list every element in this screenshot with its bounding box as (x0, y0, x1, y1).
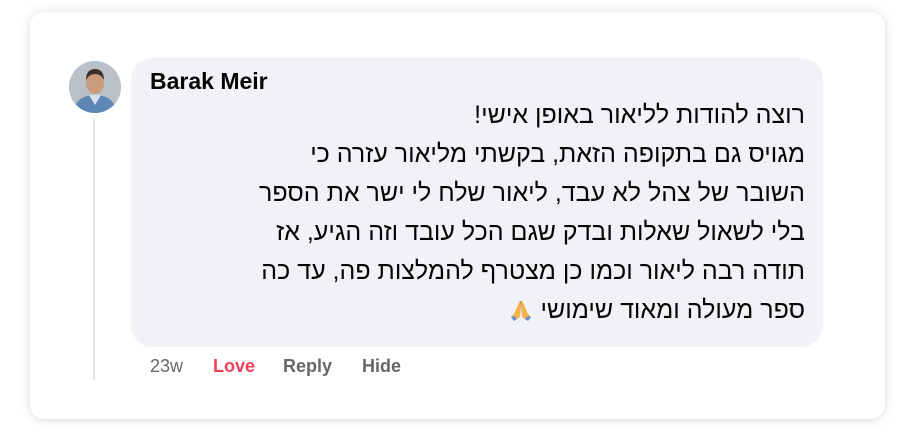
comment-line: תודה רבה ליאור וכמו כן מצטרף להמלצות פה,… (261, 257, 805, 285)
comment-line: מגויס גם בתקופה הזאת, בקשתי מליאור עזרה … (310, 140, 805, 168)
thread-line (93, 118, 95, 380)
comment-line: בלי לשאול שאלות ובדק שגם הכל עובד וזה הג… (276, 218, 805, 246)
avatar[interactable] (69, 61, 121, 113)
comment-last-line: ספר מעולה ומאוד שימושי (508, 291, 805, 330)
comment-line: השובר של צהל לא עבד, ליאור שלח לי ישר את… (259, 179, 805, 207)
comment-author[interactable]: Barak Meir (150, 68, 268, 95)
folded-hands-icon (511, 300, 532, 321)
love-reaction-button[interactable]: Love (213, 356, 255, 377)
user-photo-icon (69, 61, 121, 113)
comment-text: רוצה להודות לליאור באופן אישי! מגויס גם … (150, 96, 805, 330)
comment-line: ספר מעולה ומאוד שימושי (540, 296, 805, 324)
comment-line: רוצה להודות לליאור באופן אישי! (474, 101, 805, 129)
reply-button[interactable]: Reply (283, 356, 332, 377)
timestamp[interactable]: 23w (150, 356, 183, 377)
hide-button[interactable]: Hide (362, 356, 401, 377)
